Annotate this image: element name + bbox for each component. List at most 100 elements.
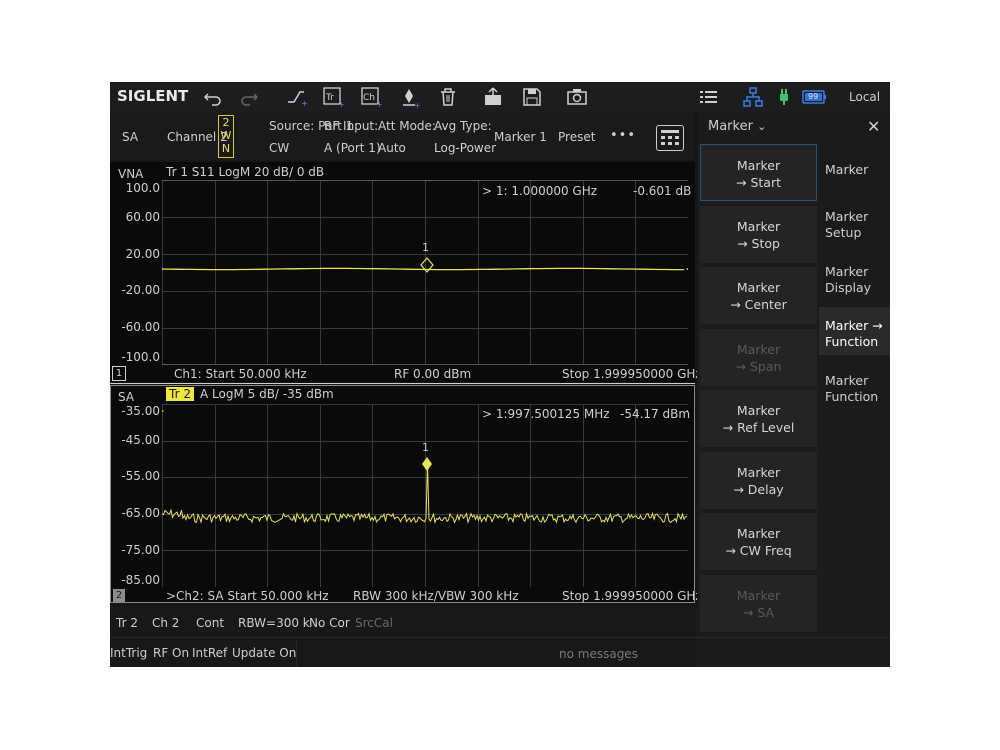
att-mode-value: Auto — [378, 141, 406, 155]
marker-button[interactable]: Marker 1 — [494, 130, 547, 144]
marker-to-span-button[interactable]: Marker → Span — [700, 329, 817, 386]
tab-marker-display[interactable]: Marker Display — [825, 264, 871, 296]
softkey-line2: → Delay — [733, 482, 784, 497]
softkey-line1: Marker — [736, 342, 781, 357]
trace2-tag[interactable]: Tr 2 — [166, 387, 194, 401]
tab-marker[interactable]: Marker — [825, 162, 868, 178]
tab-line2: Display — [825, 280, 872, 295]
network-icon — [742, 86, 764, 108]
open-folder-icon[interactable] — [482, 86, 504, 108]
battery-icon: 99 — [802, 86, 828, 108]
more-button[interactable]: ••• — [610, 128, 636, 143]
att-mode-label[interactable]: Att Mode: — [378, 119, 436, 133]
undo-icon[interactable] — [202, 86, 224, 108]
add-marker-pin-icon[interactable]: + — [399, 86, 421, 110]
tab-line2: Function — [825, 334, 879, 349]
status-srccal[interactable]: SrcCal — [355, 616, 393, 630]
trace1-ytick: -100.0 — [121, 350, 160, 364]
softkey-line2: → Center — [730, 297, 787, 312]
trace1-right-ref-icon — [686, 268, 688, 270]
tab-marker-setup[interactable]: Marker Setup — [825, 209, 868, 241]
rf-input-label[interactable]: RF Input: — [324, 119, 378, 133]
power-plug-icon — [773, 86, 795, 108]
trace2-footer-stop: Stop 1.999950000 GHz — [562, 589, 702, 603]
softkey-title[interactable]: Marker ⌄ — [708, 119, 766, 134]
redo-icon[interactable] — [238, 86, 260, 108]
trace2-plot[interactable] — [162, 404, 688, 587]
local-status[interactable]: Local — [849, 90, 880, 104]
trace2-ytick: -85.00 — [121, 573, 160, 587]
trace1-header[interactable]: Tr 1 S11 LogM 20 dB/ 0 dB — [166, 165, 324, 179]
trace1-ytick: 60.00 — [125, 210, 160, 224]
softkey-line2: → CW Freq — [725, 543, 792, 558]
marker-to-sa-button[interactable]: Marker → SA — [700, 575, 817, 632]
status-reference[interactable]: IntRef — [192, 646, 227, 660]
softkey-line1: Marker — [736, 280, 781, 295]
marker-to-center-button[interactable]: Marker → Center — [700, 267, 817, 324]
tab-line1: Marker → — [825, 318, 883, 333]
add-channel-icon[interactable]: Ch + — [360, 86, 383, 109]
status-correction[interactable]: No Cor — [309, 616, 350, 630]
trace1-plot[interactable] — [162, 180, 688, 365]
status-update[interactable]: Update On — [232, 646, 296, 660]
trace1-ytick: -60.00 — [121, 320, 160, 334]
softkey-title-text: Marker — [708, 119, 753, 134]
avg-type-value: Log-Power — [434, 141, 497, 155]
trace2-panel-number[interactable]: 2 — [113, 589, 125, 602]
trace1-footer-stop: Stop 1.999950000 GHz — [562, 367, 702, 381]
marker-to-ref-level-button[interactable]: Marker → Ref Level — [700, 390, 817, 447]
tab-marker-function[interactable]: Marker Function — [825, 373, 878, 405]
softkey-line1: Marker — [736, 403, 781, 418]
siglent-logo: SIGLENT — [117, 87, 189, 105]
menu-list-icon[interactable] — [698, 86, 720, 108]
trace2-ytick: -55.00 — [121, 469, 160, 483]
trace2-footer-bandwidth: RBW 300 kHz/VBW 300 kHz — [353, 589, 519, 603]
trace2-ytick: -65.00 — [121, 506, 160, 520]
trace2-ytick: -45.00 — [121, 433, 160, 447]
status-trace[interactable]: Tr 2 — [116, 616, 138, 630]
softkey-line2: → Ref Level — [722, 420, 795, 435]
trace2-marker-readout: > 1:997.500125 MHz — [482, 407, 610, 421]
save-icon[interactable] — [521, 86, 543, 108]
window-number-badge[interactable]: 2 W N — [218, 115, 234, 158]
rf-input-value: A (Port 1) — [324, 141, 381, 155]
trace1-footer-power: RF 0.00 dBm — [394, 367, 472, 381]
status-rbw[interactable]: RBW=300 k — [238, 616, 310, 630]
trace2-marker-diamond-icon[interactable] — [422, 457, 432, 471]
softkey-line2: → Span — [735, 359, 782, 374]
status-messages: no messages — [559, 647, 638, 661]
trace2-marker-value: -54.17 dBm — [620, 407, 691, 421]
status-channel[interactable]: Ch 2 — [152, 616, 179, 630]
trace2-header[interactable]: A LogM 5 dB/ -35 dBm — [200, 387, 334, 401]
add-marker-icon[interactable]: + — [286, 86, 308, 108]
camera-icon[interactable] — [566, 86, 588, 108]
softkey-line1: Marker — [736, 158, 781, 173]
marker-to-stop-button[interactable]: Marker → Stop — [700, 206, 817, 263]
preset-button[interactable]: Preset — [558, 130, 595, 144]
marker-to-delay-button[interactable]: Marker → Delay — [700, 452, 817, 509]
trace2-ytick: -35.00 — [121, 404, 160, 418]
svg-text:+: + — [338, 100, 344, 108]
tab-marker-to-function[interactable]: Marker → Function — [825, 318, 883, 350]
tab-line2: Function — [825, 389, 879, 404]
trash-icon[interactable] — [437, 86, 459, 108]
softkey-line1: Marker — [736, 465, 781, 480]
add-trace-icon[interactable]: Tr + — [322, 86, 345, 109]
marker-to-cw-freq-button[interactable]: Marker → CW Freq — [700, 513, 817, 570]
wn-line-1: 2 — [222, 116, 230, 129]
trace2-line — [162, 463, 688, 525]
status-sweep-mode[interactable]: Cont — [196, 616, 224, 630]
status-trigger[interactable]: IntTrig — [110, 646, 147, 660]
close-icon[interactable]: ✕ — [867, 117, 880, 136]
avg-type-label[interactable]: Avg Type: — [434, 119, 492, 133]
status-rf[interactable]: RF On — [153, 646, 189, 660]
trace1-panel-number[interactable]: 1 — [112, 366, 126, 381]
keypad-icon[interactable] — [656, 125, 684, 151]
trace1-marker-readout: > 1: 1.000000 GHz — [482, 184, 598, 198]
mode-label[interactable]: SA — [122, 130, 138, 144]
trace1-line — [162, 267, 684, 271]
trace1-mode: VNA — [118, 167, 144, 181]
marker-to-start-button[interactable]: Marker → Start — [700, 144, 817, 201]
softkey-line2: → Start — [736, 175, 781, 190]
status-separator — [296, 640, 297, 666]
